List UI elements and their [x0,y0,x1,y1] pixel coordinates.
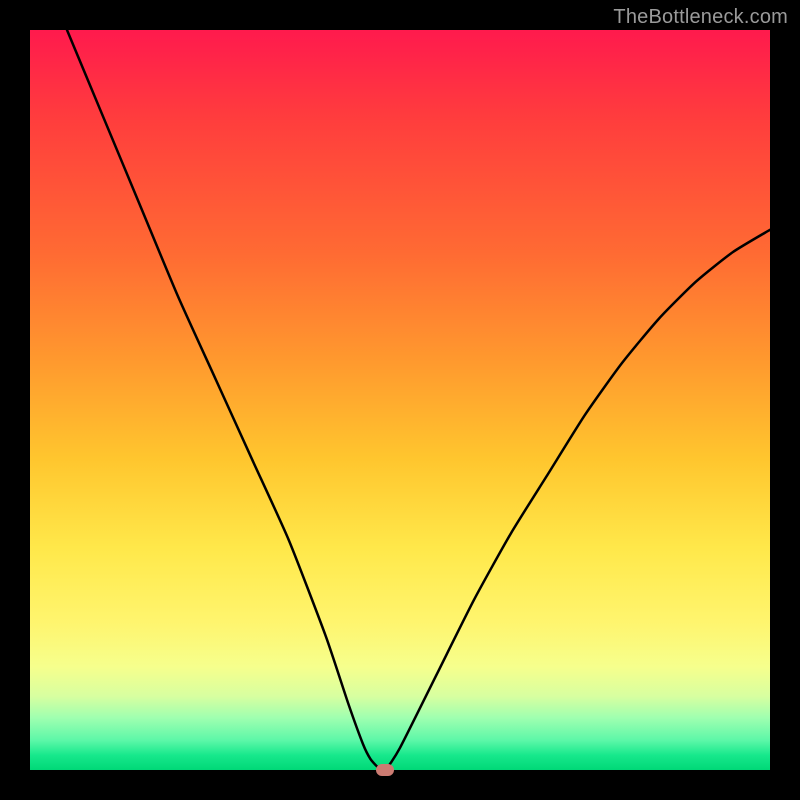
bottleneck-curve [30,30,770,770]
watermark-text: TheBottleneck.com [613,6,788,29]
chart-frame: TheBottleneck.com [0,0,800,800]
plot-area [30,30,770,770]
optimal-point-marker [376,764,394,776]
